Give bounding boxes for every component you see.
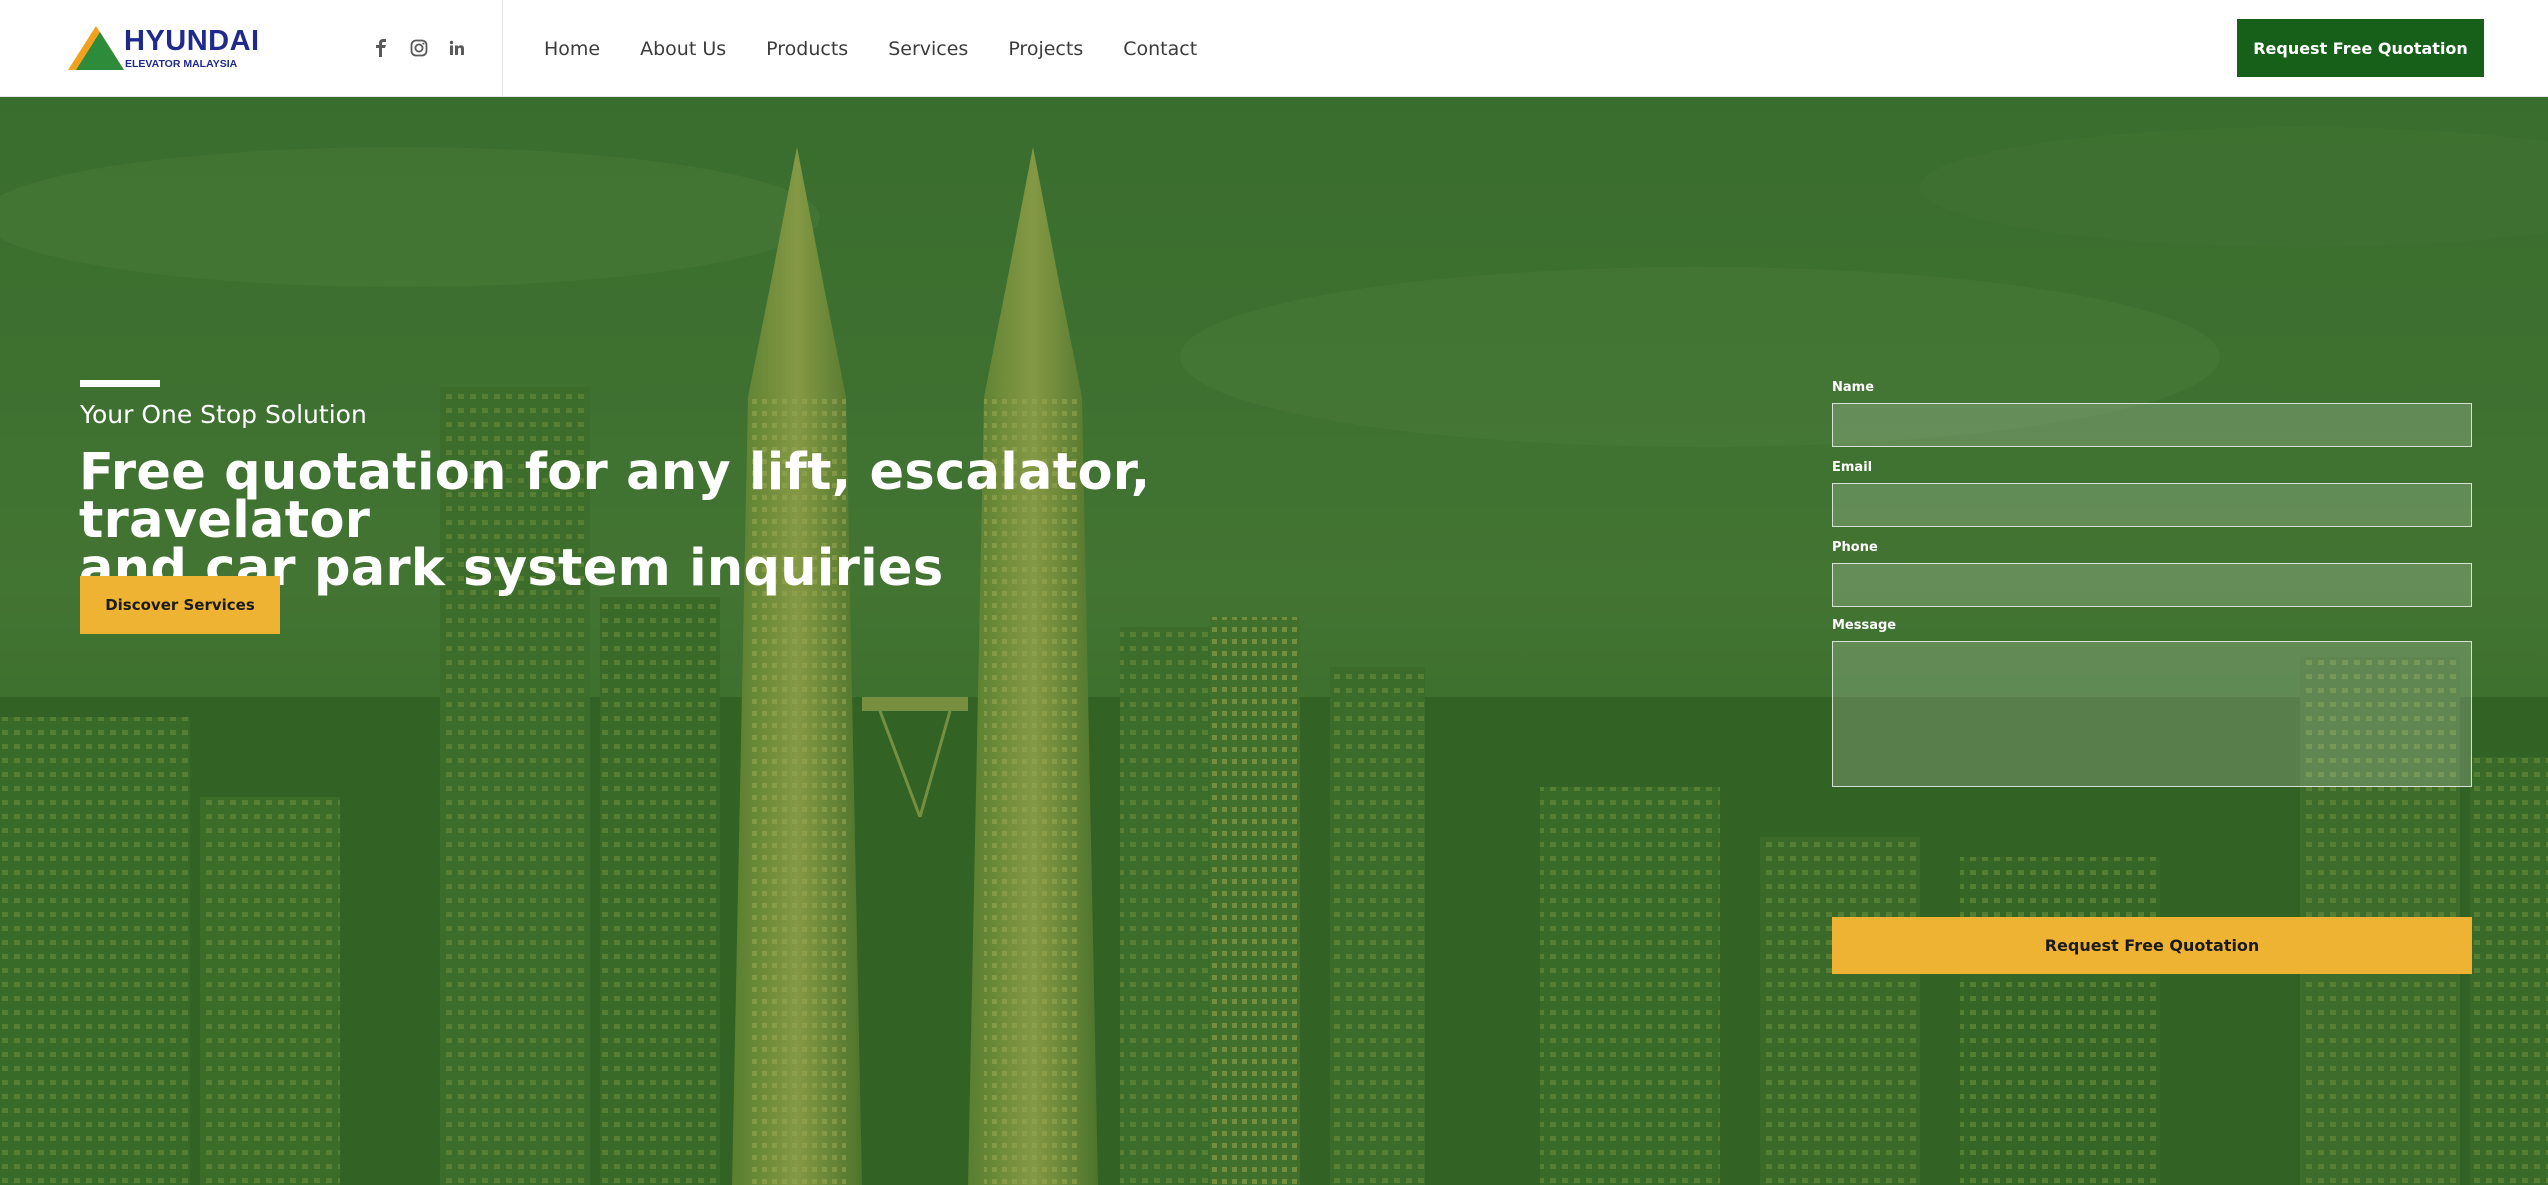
email-label: Email (1832, 460, 1873, 475)
hero-accent-rule (80, 380, 160, 387)
logo-wordmark: HYUNDAI (124, 25, 260, 57)
nav-about-us[interactable]: About Us (640, 38, 726, 60)
hero-title-line-1: Free quotation for any lift, escalator, … (79, 443, 1151, 550)
social-links (372, 36, 466, 60)
logo-tagline: ELEVATOR MALAYSIA (125, 58, 238, 70)
instagram-icon[interactable] (410, 39, 428, 57)
phone-label: Phone (1832, 540, 1878, 555)
name-label: Name (1832, 380, 1875, 395)
linkedin-icon[interactable] (448, 39, 466, 57)
message-field[interactable] (1832, 641, 2472, 787)
facebook-icon[interactable] (372, 39, 390, 57)
logo-triangle-icon (68, 26, 124, 70)
nav-projects[interactable]: Projects (1008, 38, 1083, 60)
site-header: HYUNDAI ELEVATOR MALAYSIA Home About Us … (0, 0, 2548, 97)
nav-contact[interactable]: Contact (1123, 38, 1197, 60)
phone-field[interactable] (1832, 563, 2472, 607)
request-quotation-submit-button[interactable]: Request Free Quotation (1832, 917, 2472, 974)
main-nav: Home About Us Products Services Projects… (544, 0, 1197, 97)
header-divider (502, 0, 503, 97)
hero-kicker: Your One Stop Solution (80, 400, 367, 429)
discover-services-button[interactable]: Discover Services (80, 576, 280, 634)
hero-title: Free quotation for any lift, escalator, … (79, 447, 1319, 594)
hero-section: Your One Stop Solution Free quotation fo… (0, 97, 2548, 1185)
request-quotation-header-button[interactable]: Request Free Quotation (2237, 19, 2484, 77)
message-label: Message (1832, 618, 1897, 633)
nav-products[interactable]: Products (766, 38, 848, 60)
nav-home[interactable]: Home (544, 38, 600, 60)
name-field[interactable] (1832, 403, 2472, 447)
hyundai-logo[interactable]: HYUNDAI ELEVATOR MALAYSIA (66, 24, 261, 74)
email-field[interactable] (1832, 483, 2472, 527)
nav-services[interactable]: Services (888, 38, 968, 60)
